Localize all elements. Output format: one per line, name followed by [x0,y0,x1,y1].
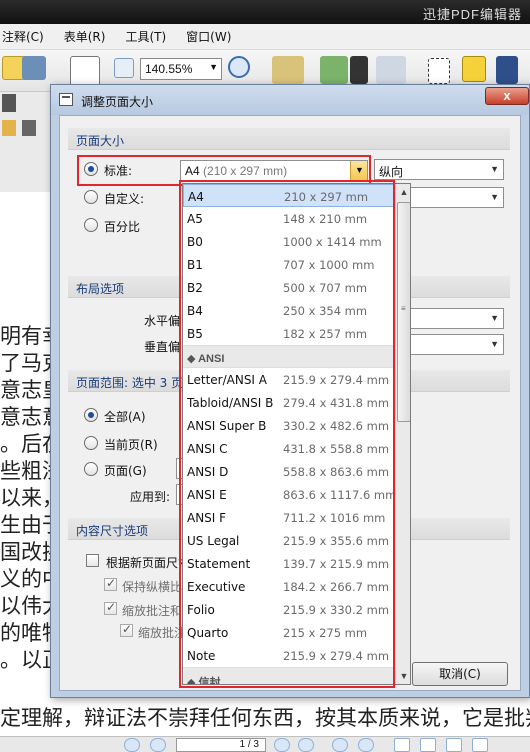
page-size-header: 页面大小 [68,128,510,150]
forward-icon[interactable] [358,738,374,752]
apply-to-label: 应用到: [130,490,171,504]
stamp-tool-icon[interactable] [22,120,36,136]
scroll-thumb[interactable]: ≡ [397,202,410,422]
prev-page-icon[interactable] [150,738,166,752]
shapes-icon[interactable] [272,56,304,84]
snapshot-icon[interactable] [22,56,46,80]
fit-page-icon[interactable] [114,58,134,78]
grip-icon: ≡ [401,304,406,313]
menu-tools[interactable]: 工具(T) [125,28,166,45]
chevron-down-icon: ▼ [490,339,499,349]
dialog-close-button[interactable]: x [485,87,529,105]
text-box-icon[interactable] [428,58,450,84]
all-pages-label: 全部(A) [104,410,146,424]
back-icon[interactable] [332,738,348,752]
first-page-icon[interactable] [124,738,140,752]
current-page-radio[interactable] [84,436,98,450]
resize-content-label: 根据新页面尺寸 [106,556,191,570]
left-toolbar-strip [0,92,52,192]
horizontal-offset-select[interactable]: ▼ [404,308,504,329]
percent-label: 百分比 [104,220,141,234]
chevron-down-icon: ▼ [209,62,218,72]
custom-radio[interactable] [84,190,98,204]
image-icon[interactable] [320,56,348,84]
chevron-down-icon: ▼ [490,164,499,174]
select-tool-icon[interactable] [2,94,16,112]
text-tool-icon[interactable] [350,56,368,84]
dialog-titlebar[interactable]: 调整页面大小 x [51,85,529,115]
zoom-combo[interactable]: 140.55% ▼ [140,58,222,80]
highlight-box-list [179,180,395,688]
percent-radio[interactable] [84,218,98,232]
cancel-button[interactable]: 取消(C) [412,662,508,686]
menu-window[interactable]: 窗口(W) [186,28,231,45]
zoom-in-icon[interactable] [228,56,250,78]
key-icon[interactable] [496,56,518,84]
app-titlebar: 迅捷PDF编辑器 [0,0,530,24]
horizontal-offset-label: 水平偏 [144,314,181,328]
zoom-value: 140.55% [145,62,193,76]
current-page-label: 当前页(R) [104,438,158,452]
orientation-value: 纵向 [379,165,404,179]
dropdown-scrollbar[interactable]: ▲ ≡ ▼ [395,184,410,684]
edit-text-icon[interactable] [376,56,406,84]
page-number-field[interactable]: 1 / 3 [176,738,266,752]
keep-ratio-label: 保持纵横比 [122,580,183,594]
next-page-icon[interactable] [274,738,290,752]
orientation-select[interactable]: 纵向 ▼ [374,159,504,180]
doc-line: 定理解，辩证法不崇拜任何东西，按其本质来说，它是批判 [0,706,530,730]
dialog-title: 调整页面大小 [81,95,154,109]
note-tool-icon[interactable] [2,120,16,136]
scroll-up-icon[interactable]: ▲ [397,184,410,200]
vertical-offset-label: 垂直偏 [144,340,181,354]
continuous-facing-icon[interactable] [472,738,488,752]
keep-ratio-checkbox[interactable] [104,576,117,591]
last-page-icon[interactable] [298,738,314,752]
dialog-window-icon [59,93,73,106]
scale-annotations2-checkbox[interactable] [120,622,133,637]
vertical-offset-select[interactable]: ▼ [404,334,504,355]
app-title: 迅捷PDF编辑器 [422,7,522,22]
resize-content-checkbox[interactable] [86,554,99,567]
chevron-down-icon: ▼ [490,192,499,202]
scale-annotations-label: 缩放批注和 [122,604,183,618]
pages-label: 页面(G) [104,464,147,478]
menubar: 注释(C) 表单(R) 工具(T) 窗口(W) [0,24,530,50]
typewriter-icon[interactable] [462,56,486,82]
scroll-down-icon[interactable]: ▼ [397,668,410,684]
pages-radio[interactable] [84,462,98,476]
scale-annotations-checkbox[interactable] [104,600,117,615]
all-pages-radio[interactable] [84,408,98,422]
menu-form[interactable]: 表单(R) [64,28,106,45]
menu-annotate[interactable]: 注释(C) [2,28,44,45]
facing-page-icon[interactable] [446,738,462,752]
continuous-page-icon[interactable] [420,738,436,752]
custom-label: 自定义: [104,192,145,206]
chevron-down-icon: ▼ [490,313,499,323]
single-page-icon[interactable] [394,738,410,752]
